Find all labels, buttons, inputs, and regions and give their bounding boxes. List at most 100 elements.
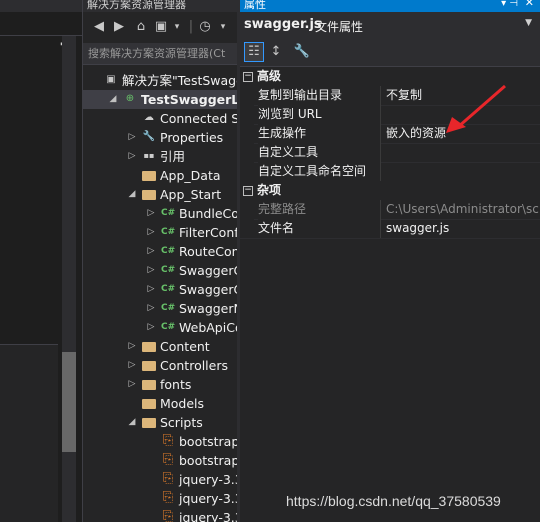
tree-item[interactable]: ⎘ jquery-3.3.1 — [83, 508, 238, 522]
tree-item[interactable]: ⎘ jquery-3.3.1 — [83, 470, 238, 489]
tree-item[interactable]: ⎘ jquery-3.3.1 — [83, 489, 238, 508]
folder-icon — [142, 361, 156, 371]
tree-item[interactable]: ☁ Connected Ser — [83, 109, 238, 128]
tree-item[interactable]: ▷ Controllers — [83, 356, 238, 375]
tree-item[interactable]: ▷ C#BundleConf — [83, 204, 238, 223]
tree-item-label: 引用 — [160, 149, 186, 164]
chevron-down-icon[interactable]: ▼ — [525, 18, 532, 28]
collapsed-arrow-icon[interactable]: ▷ — [146, 261, 156, 280]
tree-item-label: FilterConfig — [179, 225, 238, 240]
tree-item[interactable]: ▷ ▪▪ 引用 — [83, 147, 238, 166]
tree-item[interactable]: App_Data — [83, 166, 238, 185]
editor-area: ✚ — [0, 0, 82, 522]
collapse-icon[interactable]: − — [243, 72, 253, 82]
js-file-icon: ⎘ — [162, 490, 174, 505]
collapsed-arrow-icon[interactable]: ▷ — [127, 147, 137, 166]
property-category[interactable]: − 高级 — [240, 67, 540, 86]
collapsed-arrow-icon[interactable]: ▷ — [146, 280, 156, 299]
tree-item-label: bootstrap.j — [179, 434, 238, 449]
tree-item[interactable]: ▷ fonts — [83, 375, 238, 394]
tree-item-label: Properties — [160, 130, 224, 145]
tree-item[interactable]: ▷ Content — [83, 337, 238, 356]
collapsed-arrow-icon[interactable]: ▷ — [127, 128, 137, 147]
wrench-icon: 🔧 — [142, 131, 156, 142]
collapsed-arrow-icon[interactable]: ▷ — [146, 242, 156, 261]
pending-changes-icon[interactable]: ◷ — [197, 19, 213, 35]
property-name: 生成操作 — [258, 126, 307, 140]
csharp-file-icon: C# — [161, 208, 176, 218]
row-gutter — [240, 162, 254, 181]
property-row[interactable]: 复制到输出目录 不复制 — [240, 86, 540, 106]
home-icon[interactable]: ⌂ — [133, 19, 149, 35]
property-name-cell: 文件名 — [258, 219, 381, 238]
collapse-icon[interactable]: − — [243, 186, 253, 196]
selected-object-type: 文件属性 — [315, 20, 364, 34]
solution-explorer: 解决方案资源管理器 ◀ ▶ ⌂ ▣ ▾ | ◷ ▾ 搜索解决方案资源管理器(Ct… — [82, 0, 238, 522]
collapsed-arrow-icon[interactable]: ▷ — [146, 299, 156, 318]
property-name-cell: 生成操作 — [258, 124, 381, 143]
collapsed-arrow-icon[interactable]: ▷ — [127, 337, 137, 356]
expanded-arrow-icon[interactable]: ◢ — [127, 413, 137, 432]
row-gutter — [240, 86, 254, 105]
scrollbar-thumb[interactable] — [62, 352, 76, 452]
back-arrow-icon[interactable]: ◀ — [91, 19, 107, 35]
property-value[interactable]: swagger.js — [386, 219, 449, 238]
property-pages-wrench-icon[interactable]: 🔧 — [292, 42, 312, 62]
property-category[interactable]: − 杂项 — [240, 181, 540, 200]
forward-arrow-icon[interactable]: ▶ — [111, 19, 127, 35]
tree-item[interactable]: Models — [83, 394, 238, 413]
csharp-file-icon: C# — [161, 284, 176, 294]
property-row[interactable]: 生成操作 嵌入的资源 — [240, 124, 540, 144]
switch-views-icon[interactable]: ▣ — [153, 19, 169, 35]
solution-search-input[interactable]: 搜索解决方案资源管理器(Ct — [83, 43, 238, 65]
tree-item[interactable]: ▷ C#WebApiCor — [83, 318, 238, 337]
tree-item[interactable]: ⎘ bootstrap.j — [83, 432, 238, 451]
collapsed-arrow-icon[interactable]: ▷ — [127, 375, 137, 394]
collapsed-arrow-icon[interactable]: ▷ — [127, 356, 137, 375]
expanded-arrow-icon[interactable]: ◢ — [127, 185, 137, 204]
tree-item[interactable]: ⎘ bootstrap.r — [83, 451, 238, 470]
property-name-cell: 自定义工具命名空间 — [258, 162, 381, 181]
tree-item[interactable]: ▷ C#SwaggerCc — [83, 280, 238, 299]
tree-item[interactable]: ▣ 解决方案"TestSwagge — [83, 71, 238, 90]
collapsed-arrow-icon[interactable]: ▷ — [146, 204, 156, 223]
csharp-file-icon: C# — [161, 265, 176, 275]
collapsed-arrow-icon[interactable]: ▷ — [146, 318, 156, 337]
tree-item-label: App_Data — [160, 168, 221, 183]
tree-item-label: TestSwaggerList — [141, 92, 238, 107]
tree-item[interactable]: ▷ 🔧 Properties — [83, 128, 238, 147]
property-row[interactable]: 完整路径 C:\Users\Administrator\sc — [240, 200, 540, 220]
tree-item[interactable]: ▷ C#RouteConfi — [83, 242, 238, 261]
solution-explorer-toolbar: ◀ ▶ ⌂ ▣ ▾ | ◷ ▾ — [83, 13, 238, 43]
tree-item[interactable]: ▷ C#FilterConfig — [83, 223, 238, 242]
pin-icon[interactable]: ▾ ⊣ — [501, 0, 518, 9]
tree-item[interactable]: ▷ C#SwaggerNe — [83, 299, 238, 318]
collapsed-arrow-icon[interactable]: ▷ — [146, 223, 156, 242]
tree-item-label: fonts — [160, 377, 192, 392]
tree-item[interactable]: ◢ ⊕ TestSwaggerList — [83, 90, 238, 109]
property-row[interactable]: 文件名 swagger.js — [240, 219, 540, 239]
tree-item[interactable]: ◢ Scripts — [83, 413, 238, 432]
property-value[interactable]: C:\Users\Administrator\sc — [386, 200, 539, 219]
connected-services-icon: ☁ — [144, 112, 154, 123]
property-value[interactable]: 嵌入的资源 — [386, 124, 446, 143]
folder-icon — [142, 171, 156, 181]
tree-item[interactable]: ▷ C#SwaggerCc — [83, 261, 238, 280]
property-row[interactable]: 自定义工具命名空间 — [240, 162, 540, 182]
property-name: 浏览到 URL — [258, 107, 322, 121]
dropdown-arrow-icon[interactable]: ▾ — [215, 19, 231, 35]
expanded-arrow-icon[interactable]: ◢ — [108, 90, 118, 109]
tree-item-label: App_Start — [160, 187, 222, 202]
property-row[interactable]: 浏览到 URL — [240, 105, 540, 125]
folder-icon — [142, 342, 156, 352]
tree-item-label: WebApiCor — [179, 320, 238, 335]
alphabetical-sort-icon[interactable]: ↕ — [266, 42, 286, 62]
tree-item[interactable]: ◢ App_Start — [83, 185, 238, 204]
category-label: 高级 — [257, 69, 282, 83]
properties-object-selector[interactable]: swagger.js 文件属性 ▼ — [240, 12, 540, 38]
property-value[interactable]: 不复制 — [386, 86, 422, 105]
tree-item-label: 解决方案"TestSwagge — [122, 73, 238, 88]
property-row[interactable]: 自定义工具 — [240, 143, 540, 163]
close-icon[interactable]: ✕ — [525, 0, 534, 8]
categorized-icon[interactable]: ☷ — [244, 42, 264, 62]
